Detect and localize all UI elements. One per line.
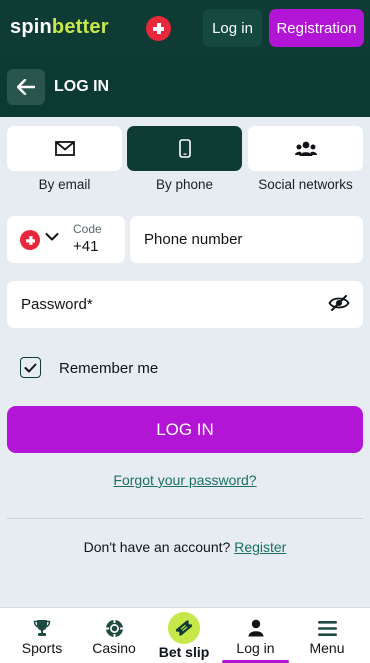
swiss-flag-icon (20, 230, 40, 250)
phone-number-input[interactable] (130, 216, 363, 263)
eye-slash-icon[interactable] (328, 294, 350, 312)
chevron-down-icon (45, 233, 59, 241)
register-link[interactable]: Register (234, 539, 286, 555)
users-icon (294, 141, 317, 156)
tab-by-email[interactable] (7, 126, 122, 171)
code-value: +41 (73, 238, 99, 255)
swiss-flag-icon[interactable] (146, 16, 171, 41)
login-submit-button[interactable]: LOG IN (7, 406, 363, 453)
no-account-row: Don't have an account? Register (0, 539, 370, 555)
header-login-button[interactable]: Log in (203, 9, 262, 47)
trophy-icon (33, 620, 51, 636)
top-header: spinbetter Log in Registration (0, 0, 370, 57)
phone-icon (178, 139, 191, 158)
check-icon (24, 363, 37, 372)
nav-sports[interactable]: Sports (14, 608, 70, 663)
password-input[interactable] (7, 281, 317, 328)
nav-menu[interactable]: Menu (300, 608, 354, 663)
nav-login-label: Log in (236, 640, 275, 656)
nav-sports-label: Sports (21, 640, 63, 656)
tab-social-networks[interactable] (248, 126, 363, 171)
tab-by-phone-label: By phone (155, 177, 214, 192)
tab-social-networks-label: Social networks (258, 177, 353, 192)
country-code-select[interactable]: Code +41 (7, 216, 125, 263)
logo-spin-text: spin (10, 16, 52, 38)
forgot-password-link[interactable]: Forgot your password? (0, 472, 370, 488)
menu-icon (317, 620, 337, 636)
nav-casino-label: Casino (92, 640, 136, 656)
nav-menu-label: Menu (309, 640, 345, 656)
remember-me-checkbox[interactable] (20, 357, 41, 378)
nav-bet-slip-label[interactable]: Bet slip (152, 644, 216, 660)
page-title: LOG IN (54, 78, 110, 95)
user-icon (248, 619, 263, 637)
envelope-icon (54, 141, 75, 156)
nav-login[interactable]: Log in (222, 608, 289, 663)
chip-icon (105, 619, 123, 637)
logo-better-text: better (51, 16, 109, 38)
brand-logo[interactable]: spinbetter (10, 16, 109, 39)
password-field (7, 281, 363, 328)
remember-me-label[interactable]: Remember me (59, 360, 158, 377)
no-account-text: Don't have an account? (83, 539, 231, 555)
code-label: Code (73, 222, 102, 236)
divider (7, 518, 363, 519)
arrow-left-icon (17, 79, 35, 95)
nav-bet-slip[interactable] (168, 612, 200, 644)
ticket-icon (175, 620, 193, 636)
header-registration-button[interactable]: Registration (269, 9, 364, 47)
nav-casino[interactable]: Casino (86, 608, 142, 663)
tab-by-email-label: By email (38, 177, 91, 192)
tab-by-phone[interactable] (127, 126, 242, 171)
back-button[interactable] (7, 69, 45, 105)
page-subheader: LOG IN (0, 57, 370, 117)
